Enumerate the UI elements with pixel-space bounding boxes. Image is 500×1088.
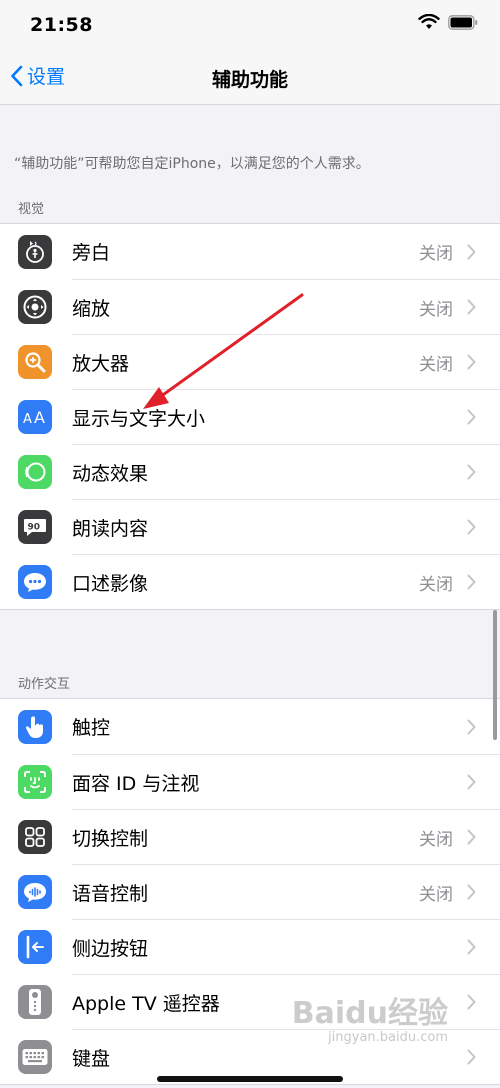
settings-row-label: 面容 ID 与注视 <box>72 772 200 795</box>
baidu-watermark: Baidu经验 <box>291 996 448 1031</box>
voiceover-icon <box>18 234 52 269</box>
settings-row-value: 关闭 <box>419 354 453 375</box>
navigation-bar: 设置 辅助功能 <box>0 50 500 105</box>
chevron-right-icon <box>467 354 476 370</box>
settings-sections: 视觉 旁白 关闭 缩放 关闭 放大器 关闭 A A 显示与文字大小 动态效果 90 朗读内容 口述影像 关闭… <box>0 183 500 1085</box>
settings-row-label: 触控 <box>72 717 111 739</box>
motion-icon <box>18 454 52 489</box>
text-size-icon: AA <box>18 399 52 434</box>
settings-row[interactable]: 90 朗读内容 <box>0 499 500 554</box>
scroll-indicator[interactable] <box>493 610 497 740</box>
settings-row[interactable]: 缩放 关闭 <box>0 279 500 334</box>
battery-icon <box>448 14 478 30</box>
settings-row-value: 关闭 <box>419 244 453 264</box>
chevron-right-icon <box>467 939 476 955</box>
settings-row[interactable]: 切换控制 关闭 <box>0 809 500 864</box>
settings-group: 旁白 关闭 缩放 关闭 放大器 关闭 A A 显示与文字大小 动态效果 90 朗读内容 口述影像 关闭 <box>0 223 500 610</box>
baidu-watermark-url: jingyan.baidu.com <box>328 1030 448 1045</box>
section-header: 视觉 <box>18 202 45 217</box>
settings-row-body: 切换控制 关闭 <box>72 809 500 864</box>
settings-row[interactable]: 面容 ID 与注视 <box>0 754 500 809</box>
svg-text:A: A <box>23 412 32 427</box>
chevron-right-icon <box>467 1049 476 1065</box>
chevron-right-icon <box>467 409 476 425</box>
audio-description-icon <box>18 564 52 599</box>
chevron-right-icon <box>467 994 476 1010</box>
settings-row-body: 面容 ID 与注视 <box>72 754 500 809</box>
chevron-right-icon <box>467 574 476 590</box>
side-button-icon <box>18 929 52 964</box>
status-icons <box>418 14 478 30</box>
keyboard-icon <box>18 1039 52 1074</box>
settings-row-body: 侧边按钮 <box>72 919 500 974</box>
svg-text:90: 90 <box>28 522 41 532</box>
chevron-right-icon <box>467 464 476 480</box>
status-bar: 21:58 <box>0 0 500 50</box>
settings-row-label: 朗读内容 <box>72 517 149 540</box>
chevron-right-icon <box>467 519 476 535</box>
settings-row-body: 缩放 关闭 <box>72 279 500 334</box>
switch-control-icon <box>18 819 52 854</box>
settings-row-label: 切换控制 <box>72 827 149 850</box>
settings-row-value: 关闭 <box>419 574 453 595</box>
settings-row-body: 动态效果 <box>72 444 500 499</box>
settings-row[interactable]: 动态效果 <box>0 444 500 499</box>
chevron-right-icon <box>467 299 476 315</box>
settings-row-body: 语音控制 关闭 <box>72 864 500 919</box>
settings-row-label: 显示与文字大小 <box>72 407 206 430</box>
section-header: 动作交互 <box>18 677 71 692</box>
settings-list: “辅助功能”可帮助您自定iPhone，以满足您的个人需求。 视觉 旁白 关闭 缩放 关闭… <box>0 105 500 1085</box>
settings-row-body: 触控 <box>72 699 500 754</box>
settings-row[interactable]: 语音控制 关闭 <box>0 864 500 919</box>
chevron-right-icon <box>467 244 476 260</box>
settings-row-label: 动态效果 <box>72 462 149 485</box>
touch-icon <box>18 709 52 744</box>
chevron-right-icon <box>467 829 476 845</box>
magnifier-icon <box>18 344 52 379</box>
svg-text:A: A <box>34 408 45 427</box>
settings-row-value: 关闭 <box>419 299 453 320</box>
settings-row[interactable]: 侧边按钮 <box>0 919 500 974</box>
chevron-right-icon <box>467 774 476 790</box>
voice-control-icon <box>18 874 52 909</box>
settings-row-body: 放大器 关闭 <box>72 334 500 389</box>
settings-row-label: 语音控制 <box>72 882 149 905</box>
face-id-icon <box>18 764 52 799</box>
remote-icon <box>18 984 52 1019</box>
settings-row[interactable]: 触控 <box>0 699 500 754</box>
settings-row[interactable]: 旁白 关闭 <box>0 224 500 279</box>
status-time: 21:58 <box>30 14 93 36</box>
settings-row-label: 口述影像 <box>72 572 149 595</box>
settings-row[interactable]: 放大器 关闭 <box>0 334 500 389</box>
settings-row[interactable]: 口述影像 关闭 <box>0 554 500 609</box>
settings-row-value: 关闭 <box>419 884 453 905</box>
settings-row-body: 口述影像 关闭 <box>72 554 500 609</box>
settings-row-label: 旁白 <box>72 242 111 264</box>
chevron-right-icon <box>467 884 476 900</box>
page-title: 辅助功能 <box>211 69 288 91</box>
settings-row-body: 朗读内容 <box>72 499 500 554</box>
settings-row-label: 缩放 <box>72 297 111 320</box>
wifi-icon <box>418 14 440 30</box>
chevron-right-icon <box>467 719 476 735</box>
settings-row-label: 侧边按钮 <box>72 937 149 960</box>
settings-row[interactable]: A A 显示与文字大小 <box>0 389 500 444</box>
home-indicator[interactable] <box>157 1076 343 1082</box>
settings-row-body: 旁白 关闭 <box>72 224 500 279</box>
settings-row-value: 关闭 <box>419 829 453 850</box>
zoom-icon <box>18 289 52 324</box>
accessibility-description: “辅助功能”可帮助您自定iPhone，以满足您的个人需求。 <box>14 156 370 172</box>
settings-row-body: 显示与文字大小 <box>72 389 500 444</box>
settings-row-label: 放大器 <box>72 352 130 375</box>
spoken-content-icon: 90 <box>18 509 52 544</box>
settings-row-label: 键盘 <box>72 1047 111 1070</box>
